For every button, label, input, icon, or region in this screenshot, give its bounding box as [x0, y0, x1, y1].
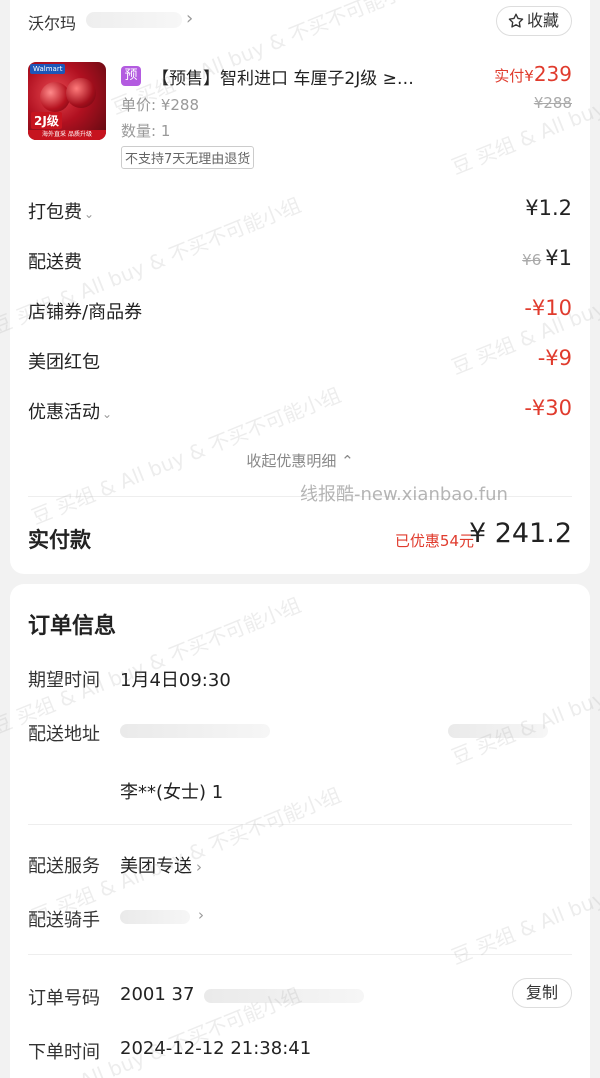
fee-row-coupon: 店铺券/商品券 -¥10 [28, 296, 572, 326]
store-header[interactable]: 沃尔玛 › 收藏 [28, 6, 572, 36]
unit-price: 单价: ¥288 [121, 96, 199, 114]
info-label: 订单号码 [28, 988, 100, 1009]
info-value: 2001 37 [120, 984, 195, 1005]
paid-amount: 239 [533, 62, 572, 86]
total-value: ¥ 241.2 [468, 518, 572, 549]
divider [28, 954, 572, 955]
order-summary-card: 沃尔玛 › 收藏 Walmart 2J级 海外直采 品质升级 预 【预售】智利进… [10, 0, 590, 574]
section-title: 订单信息 [28, 614, 117, 639]
total-label: 实付款 [28, 528, 91, 552]
fee-label: 打包费 ⌄ [28, 198, 94, 224]
return-policy-tag: 不支持7天无理由退货 [121, 146, 255, 169]
product-title[interactable]: 【预售】智利进口 车厘子2J级 ≥… [152, 64, 472, 89]
grade-tag: 2J级 [31, 112, 62, 129]
fee-value: -¥9 [537, 346, 572, 370]
quantity: 数量: 1 [121, 122, 171, 140]
original-price: ¥288 [533, 94, 572, 112]
saved-amount: 已优惠54元 [394, 532, 474, 550]
info-label: 期望时间 [28, 670, 100, 691]
chevron-down-icon: ⌄ [102, 407, 113, 421]
fee-label-text: 优惠活动 [28, 402, 100, 423]
divider [28, 496, 572, 497]
paid-prefix: 实付¥ [494, 67, 534, 85]
star-icon [508, 13, 524, 28]
info-label: 配送服务 [28, 856, 100, 877]
thumb-band: 海外直采 品质升级 [28, 130, 106, 140]
chevron-right-icon: › [198, 906, 204, 924]
fee-row-promo[interactable]: 优惠活动 ⌄ -¥30 [28, 396, 572, 426]
chevron-down-icon: ⌄ [84, 207, 95, 221]
paid-price: 实付¥239 [494, 62, 572, 86]
store-name[interactable]: 沃尔玛 [28, 10, 76, 34]
chevron-right-icon[interactable]: › [186, 8, 193, 29]
fee-row-packing[interactable]: 打包费 ⌄ ¥1.2 [28, 196, 572, 226]
copy-button[interactable]: 复制 [511, 978, 572, 1008]
blurred-address [120, 724, 270, 738]
cherry-image [40, 82, 70, 112]
favorite-button[interactable]: 收藏 [495, 6, 572, 36]
order-info-card: 订单信息 期望时间 1月4日09:30 配送地址 李**(女士) 1 配送服务 … [10, 584, 590, 1078]
fee-row-redpacket: 美团红包 -¥9 [28, 346, 572, 376]
store-blurred-branch [86, 12, 182, 28]
info-label: 配送骑手 [28, 910, 100, 931]
info-value: 2024-12-12 21:38:41 [120, 1038, 312, 1059]
recipient: 李**(女士) 1 [120, 782, 224, 803]
info-label: 下单时间 [28, 1042, 100, 1063]
presale-badge: 预 [121, 66, 141, 86]
fee-value: ¥1.2 [525, 196, 572, 220]
info-label: 配送地址 [28, 724, 100, 745]
info-value: 美团专送 › [120, 852, 202, 878]
collapse-discount-button[interactable]: 收起优惠明细 ⌃ [10, 450, 590, 471]
divider [28, 824, 572, 825]
cherry-image [66, 78, 96, 108]
fee-label-text: 打包费 [28, 202, 82, 223]
fee-value: ¥6 ¥1 [522, 246, 572, 270]
fee-row-delivery: 配送费 ¥6 ¥1 [28, 246, 572, 276]
fee-label: 配送费 [28, 252, 82, 273]
chevron-right-icon: › [196, 858, 202, 876]
fee-label: 店铺券/商品券 [28, 302, 143, 323]
fee-label: 优惠活动 ⌄ [28, 398, 112, 424]
blurred-address [448, 724, 548, 738]
blurred-order-no [204, 989, 364, 1003]
fee-value-text: ¥1 [545, 246, 572, 270]
info-value: 1月4日09:30 [120, 670, 231, 691]
fee-label: 美团红包 [28, 352, 100, 373]
blurred-rider [120, 910, 190, 924]
fee-strike: ¥6 [522, 251, 542, 269]
product-thumbnail[interactable]: Walmart 2J级 海外直采 品质升级 [28, 62, 106, 140]
favorite-label: 收藏 [526, 11, 559, 30]
brand-tag: Walmart [30, 64, 66, 74]
fee-value: -¥10 [524, 296, 572, 320]
fee-value: -¥30 [524, 396, 572, 420]
service-value: 美团专送 [120, 856, 192, 877]
